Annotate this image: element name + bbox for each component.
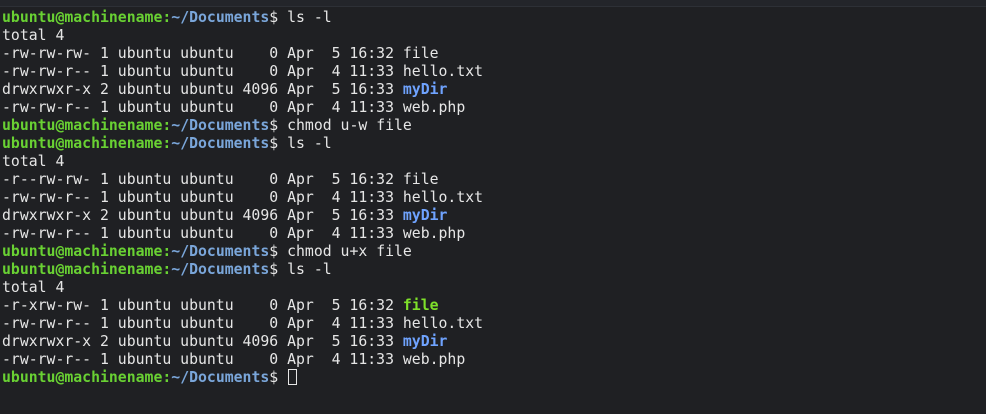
prompt-separator: :	[162, 117, 172, 134]
prompt-path: ~/Documents	[171, 9, 270, 26]
listing-metadata: -rw-rw-r-- 1 ubuntu ubuntu 0 Apr 4 11:33	[2, 189, 403, 206]
terminal-window[interactable]: ubuntu@machinename:~/Documents$ ls -l tot…	[0, 0, 986, 414]
listing-metadata: -r-xrw-rw- 1 ubuntu ubuntu 0 Apr 5 16:32	[2, 297, 403, 314]
listing-row: -r--rw-rw- 1 ubuntu ubuntu 0 Apr 5 16:32…	[2, 171, 982, 189]
listing-filename: file	[402, 297, 439, 314]
listing-metadata: drwxrwxr-x 2 ubuntu ubuntu 4096 Apr 5 16…	[2, 81, 403, 98]
prompt-path: ~/Documents	[171, 369, 270, 386]
listing-row: -rw-rw-r-- 1 ubuntu ubuntu 0 Apr 4 11:33…	[2, 189, 982, 207]
prompt-separator: :	[162, 369, 172, 386]
prompt-symbol: $	[269, 135, 279, 152]
listing-metadata: -rw-rw-r-- 1 ubuntu ubuntu 0 Apr 4 11:33	[2, 63, 403, 80]
listing-metadata: -rw-rw-r-- 1 ubuntu ubuntu 0 Apr 4 11:33	[2, 225, 403, 242]
listing-filename: web.php	[402, 99, 466, 116]
output-line: total 4	[2, 279, 982, 297]
output-line: total 4	[2, 27, 982, 45]
prompt-line: ubuntu@machinename:~/Documents$ chmod u+…	[2, 243, 982, 261]
listing-metadata: -rw-rw-r-- 1 ubuntu ubuntu 0 Apr 4 11:33	[2, 99, 403, 116]
listing-filename: file	[402, 45, 439, 62]
prompt-user-host: ubuntu@machinename	[2, 369, 163, 386]
prompt-symbol: $	[269, 369, 279, 386]
prompt-user-host: ubuntu@machinename	[2, 117, 163, 134]
prompt-path: ~/Documents	[171, 261, 270, 278]
command-text: ls -l	[278, 9, 332, 26]
listing-row: -rw-rw-r-- 1 ubuntu ubuntu 0 Apr 4 11:33…	[2, 225, 982, 243]
terminal-output[interactable]: ubuntu@machinename:~/Documents$ ls -l tot…	[2, 9, 982, 387]
prompt-separator: :	[162, 135, 172, 152]
listing-row: drwxrwxr-x 2 ubuntu ubuntu 4096 Apr 5 16…	[2, 81, 982, 99]
output-text: total 4	[2, 153, 65, 170]
prompt-user-host: ubuntu@machinename	[2, 135, 163, 152]
prompt-separator: :	[162, 261, 172, 278]
prompt-path: ~/Documents	[171, 117, 270, 134]
listing-filename: web.php	[402, 225, 466, 242]
prompt-separator: :	[162, 243, 172, 260]
prompt-symbol: $	[269, 117, 279, 134]
listing-row: drwxrwxr-x 2 ubuntu ubuntu 4096 Apr 5 16…	[2, 207, 982, 225]
prompt-path: ~/Documents	[171, 243, 270, 260]
prompt-user-host: ubuntu@machinename	[2, 243, 163, 260]
output-line: total 4	[2, 153, 982, 171]
listing-row: drwxrwxr-x 2 ubuntu ubuntu 4096 Apr 5 16…	[2, 333, 982, 351]
prompt-line: ubuntu@machinename:~/Documents$ ls -l	[2, 9, 982, 27]
top-bar-divider	[0, 6, 986, 7]
listing-row: -rw-rw-r-- 1 ubuntu ubuntu 0 Apr 4 11:33…	[2, 351, 982, 369]
prompt-symbol: $	[269, 243, 279, 260]
listing-metadata: -rw-rw-r-- 1 ubuntu ubuntu 0 Apr 4 11:33	[2, 315, 403, 332]
listing-filename: myDir	[402, 333, 448, 350]
listing-row: -rw-rw-r-- 1 ubuntu ubuntu 0 Apr 4 11:33…	[2, 99, 982, 117]
listing-filename: hello.txt	[402, 189, 484, 206]
prompt-line: ubuntu@machinename:~/Documents$ chmod u-…	[2, 117, 982, 135]
listing-row: -rw-rw-r-- 1 ubuntu ubuntu 0 Apr 4 11:33…	[2, 315, 982, 333]
listing-metadata: -r--rw-rw- 1 ubuntu ubuntu 0 Apr 5 16:32	[2, 171, 403, 188]
listing-metadata: drwxrwxr-x 2 ubuntu ubuntu 4096 Apr 5 16…	[2, 207, 403, 224]
output-text: total 4	[2, 27, 65, 44]
listing-row: -rw-rw-r-- 1 ubuntu ubuntu 0 Apr 4 11:33…	[2, 63, 982, 81]
text-cursor[interactable]	[288, 369, 298, 385]
prompt-user-host: ubuntu@machinename	[2, 9, 163, 26]
prompt-line: ubuntu@machinename:~/Documents$ ls -l	[2, 135, 982, 153]
prompt-path: ~/Documents	[171, 135, 270, 152]
listing-filename: hello.txt	[402, 315, 484, 332]
prompt-separator: :	[162, 9, 172, 26]
listing-filename: hello.txt	[402, 63, 484, 80]
prompt-symbol: $	[269, 9, 279, 26]
listing-filename: web.php	[402, 351, 466, 368]
listing-metadata: drwxrwxr-x 2 ubuntu ubuntu 4096 Apr 5 16…	[2, 333, 403, 350]
listing-row: -r-xrw-rw- 1 ubuntu ubuntu 0 Apr 5 16:32…	[2, 297, 982, 315]
prompt-user-host: ubuntu@machinename	[2, 261, 163, 278]
command-text: ls -l	[278, 261, 332, 278]
listing-metadata: -rw-rw-rw- 1 ubuntu ubuntu 0 Apr 5 16:32	[2, 45, 403, 62]
output-text: total 4	[2, 279, 65, 296]
prompt-symbol: $	[269, 261, 279, 278]
listing-filename: file	[402, 171, 439, 188]
prompt-line: ubuntu@machinename:~/Documents$	[2, 369, 982, 387]
listing-filename: myDir	[402, 207, 448, 224]
command-text	[278, 369, 287, 386]
command-text: ls -l	[278, 135, 332, 152]
command-text: chmod u-w file	[278, 117, 412, 134]
listing-metadata: -rw-rw-r-- 1 ubuntu ubuntu 0 Apr 4 11:33	[2, 351, 403, 368]
listing-filename: myDir	[402, 81, 448, 98]
prompt-line: ubuntu@machinename:~/Documents$ ls -l	[2, 261, 982, 279]
command-text: chmod u+x file	[278, 243, 412, 260]
listing-row: -rw-rw-rw- 1 ubuntu ubuntu 0 Apr 5 16:32…	[2, 45, 982, 63]
